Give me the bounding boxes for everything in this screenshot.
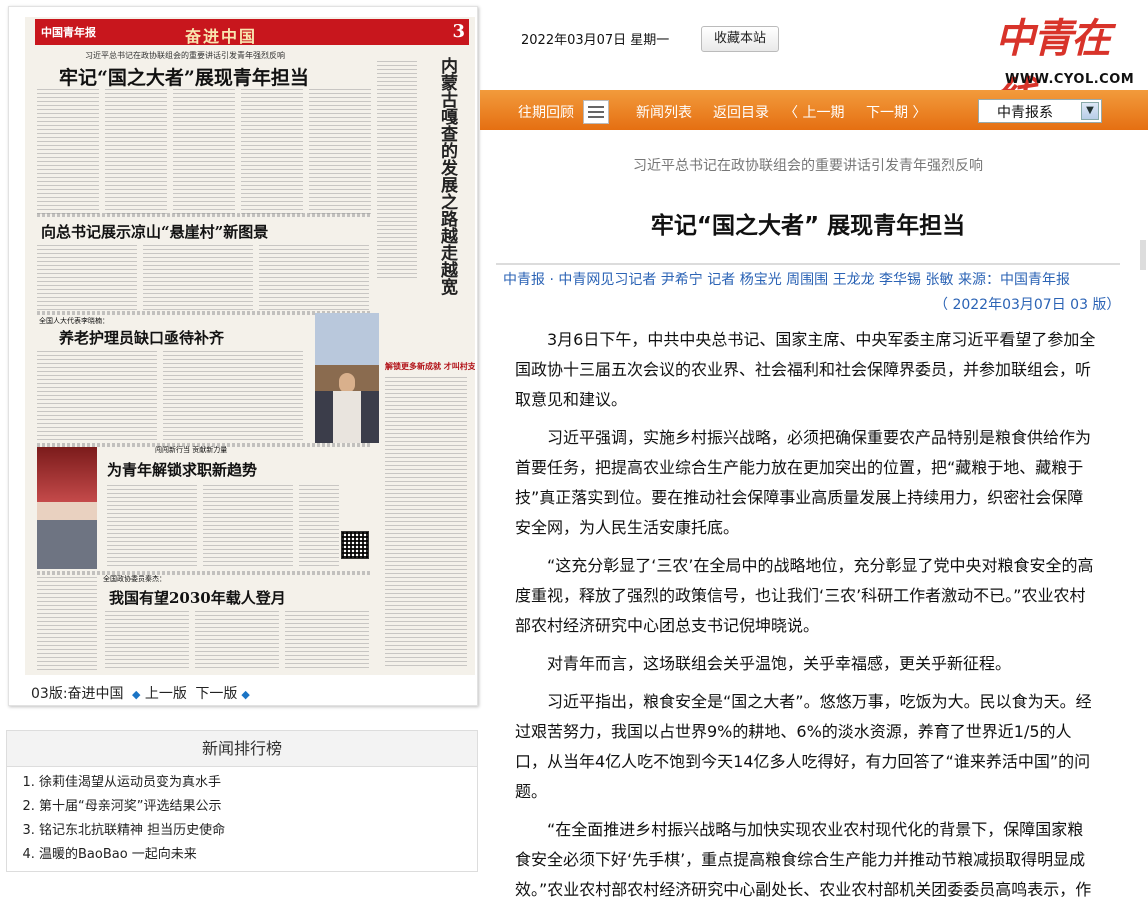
newspaper-headline-main[interactable]: 牢记“国之大者”展现青年担当 bbox=[59, 63, 309, 90]
article-paragraph: 对青年而言，这场联组会关乎温饱，关乎幸福感，更关乎新征程。 bbox=[547, 654, 1012, 673]
newspaper-select[interactable]: 中青报系 ▼ bbox=[978, 99, 1102, 123]
newspaper-kicker-2: 全国人大代表李晓楠： bbox=[39, 317, 109, 325]
article-body: 3月6日下午，中共中央总书记、国家主席、中央军委主席习近平看望了参加全国政协十三… bbox=[515, 325, 1099, 913]
text-column bbox=[241, 89, 303, 217]
current-date: 2022年03月07日 星期一 bbox=[521, 33, 670, 48]
article-paragraph: 3月6日下午，中共中央总书记、国家主席、中央军委主席习近平看望了参加全国政协十三… bbox=[515, 330, 1096, 409]
ranking-item[interactable]: 第十届“母亲河奖”评选结果公示 bbox=[39, 795, 477, 819]
top-bar: 2022年03月07日 星期一 收藏本站 中青在线 WWW.CYOL.COM bbox=[488, 0, 1148, 120]
newspaper-headline-2[interactable]: 向总书记展示凉山“悬崖村”新图景 bbox=[41, 221, 268, 242]
newspaper-photo-job bbox=[37, 447, 97, 569]
text-column bbox=[385, 377, 467, 667]
newspaper-select-value: 中青报系 bbox=[997, 105, 1053, 121]
newspaper-subheadline[interactable]: 解锁更多新成就 才叫村支部书记 bbox=[385, 361, 475, 372]
nav-back-to-index[interactable]: 返回目录 bbox=[713, 102, 769, 122]
site-logo[interactable]: 中青在线 WWW.CYOL.COM bbox=[991, 2, 1134, 120]
article-paragraph: 习近平强调，实施乡村振兴战略，必须把确保重要农产品特别是粮食供给作为首要任务，把… bbox=[515, 428, 1092, 537]
article-byline: 中青报 · 中青网见习记者 尹希宁 记者 杨宝光 周围围 王龙龙 李华锡 张敏 … bbox=[503, 272, 1070, 288]
nav-archive[interactable]: 往期回顾 bbox=[518, 102, 574, 122]
newspaper-logo: 中国青年报 bbox=[41, 26, 96, 39]
logo-url: WWW.CYOL.COM bbox=[1005, 72, 1135, 87]
text-column bbox=[107, 485, 197, 569]
text-column bbox=[37, 89, 99, 217]
nav-prev-issue[interactable]: 〈 上一期 bbox=[784, 102, 844, 122]
next-page-link[interactable]: 下一版 bbox=[195, 686, 237, 702]
text-column bbox=[377, 61, 417, 281]
text-column bbox=[195, 611, 279, 671]
divider bbox=[496, 263, 1120, 265]
news-ranking-panel: 新闻排行榜 徐莉佳渴望从运动员变为真水手 第十届“母亲河奖”评选结果公示 铭记东… bbox=[6, 730, 478, 872]
text-column bbox=[259, 245, 369, 311]
newspaper-vertical-headline[interactable]: 内蒙古嘎查的发展之路越走越宽 bbox=[435, 57, 460, 297]
article-subhead: 习近平总书记在政协联组会的重要讲话引发青年强烈反响 bbox=[633, 158, 983, 174]
nav-next-issue[interactable]: 下一期 〉 bbox=[866, 102, 926, 122]
qr-code bbox=[341, 531, 369, 559]
left-column: 中国青年报 奋进中国 3 习近平总书记在政协联组会的重要讲话引发青年强烈反响 牢… bbox=[0, 0, 488, 872]
prev-arrow-icon: ◆ bbox=[131, 688, 141, 701]
text-column bbox=[105, 611, 189, 671]
favorite-button[interactable]: 收藏本站 bbox=[701, 26, 779, 52]
newspaper-page-frame: 中国青年报 奋进中国 3 习近平总书记在政协联组会的重要讲话引发青年强烈反响 牢… bbox=[8, 6, 478, 706]
text-column bbox=[37, 577, 97, 671]
text-column bbox=[37, 351, 157, 443]
text-column bbox=[105, 89, 167, 217]
text-column bbox=[285, 611, 369, 671]
text-column bbox=[37, 245, 137, 311]
article-area: 习近平总书记在政协联组会的重要讲话引发青年强烈反响 牢记“国之大者” 展现青年担… bbox=[488, 130, 1128, 899]
newspaper-kicker[interactable]: 习近平总书记在政协联组会的重要讲话引发青年强烈反响 bbox=[85, 50, 285, 61]
newspaper-section-title: 奋进中国 bbox=[185, 27, 258, 46]
list-icon[interactable] bbox=[583, 100, 609, 124]
newspaper-masthead: 中国青年报 奋进中国 3 bbox=[35, 19, 469, 46]
current-page-label: 03版:奋进中国 bbox=[31, 686, 124, 702]
ranking-item[interactable]: 徐莉佳渴望从运动员变为真水手 bbox=[39, 771, 477, 795]
ranking-item[interactable]: 温暖的BaoBao 一起向未来 bbox=[39, 843, 477, 867]
nav-bar: 往期回顾 新闻列表 返回目录 〈 上一期 下一期 〉 中青报系 ▼ bbox=[480, 90, 1148, 130]
newspaper-headline-3[interactable]: 养老护理员缺口亟待补齐 bbox=[59, 327, 224, 348]
next-arrow-icon: ◆ bbox=[241, 688, 250, 701]
nav-news-list[interactable]: 新闻列表 bbox=[636, 102, 692, 122]
article-paragraph: “这充分彰显了‘三农’在全局中的战略地位，充分彰显了党中央对粮食安全的高度重视，… bbox=[515, 556, 1094, 635]
text-column bbox=[299, 485, 339, 569]
text-column bbox=[163, 351, 303, 443]
newspaper-page-number: 3 bbox=[452, 21, 465, 42]
news-ranking-list: 徐莉佳渴望从运动员变为真水手 第十届“母亲河奖”评选结果公示 铭记东北抗联精神 … bbox=[7, 771, 477, 867]
news-ranking-title: 新闻排行榜 bbox=[7, 731, 477, 767]
text-column bbox=[173, 89, 235, 217]
article-paragraph: 习近平指出，粮食安全是“国之大者”。悠悠万事，吃饭为大。民以食为天。经过艰苦努力… bbox=[515, 692, 1092, 801]
newspaper-headline-4[interactable]: 为青年解锁求职新趋势 bbox=[107, 459, 257, 480]
chevron-down-icon[interactable]: ▼ bbox=[1081, 102, 1099, 120]
newspaper-photo-delegate bbox=[315, 313, 379, 443]
newspaper-page-image[interactable]: 中国青年报 奋进中国 3 习近平总书记在政协联组会的重要讲话引发青年强烈反响 牢… bbox=[25, 17, 475, 675]
ranking-item[interactable]: 铭记东北抗联精神 担当历史使命 bbox=[39, 819, 477, 843]
text-column bbox=[143, 245, 253, 311]
newspaper-kicker-3: 闯闯新行当 贡献新力量 bbox=[155, 446, 228, 454]
article-paragraph: “在全面推进乡村振兴战略与加快实现农业农村现代化的背景下，保障国家粮食安全必须下… bbox=[515, 820, 1092, 899]
newspaper-headline-5[interactable]: 我国有望2030年载人登月 bbox=[109, 587, 286, 608]
text-column bbox=[309, 89, 371, 217]
article-title: 牢记“国之大者” 展现青年担当 bbox=[650, 213, 966, 239]
newspaper-kicker-4: 全国政协委员秦杰： bbox=[103, 575, 166, 583]
divider bbox=[37, 571, 371, 575]
article-dateline: （ 2022年03月07日 03 版） bbox=[934, 297, 1121, 313]
prev-page-link[interactable]: 上一版 bbox=[145, 686, 187, 702]
scrollbar[interactable] bbox=[1140, 240, 1146, 270]
text-column bbox=[203, 485, 293, 569]
page-pager: 03版:奋进中国 ◆ 上一版 下一版 ◆ bbox=[31, 683, 250, 703]
divider bbox=[37, 213, 371, 217]
